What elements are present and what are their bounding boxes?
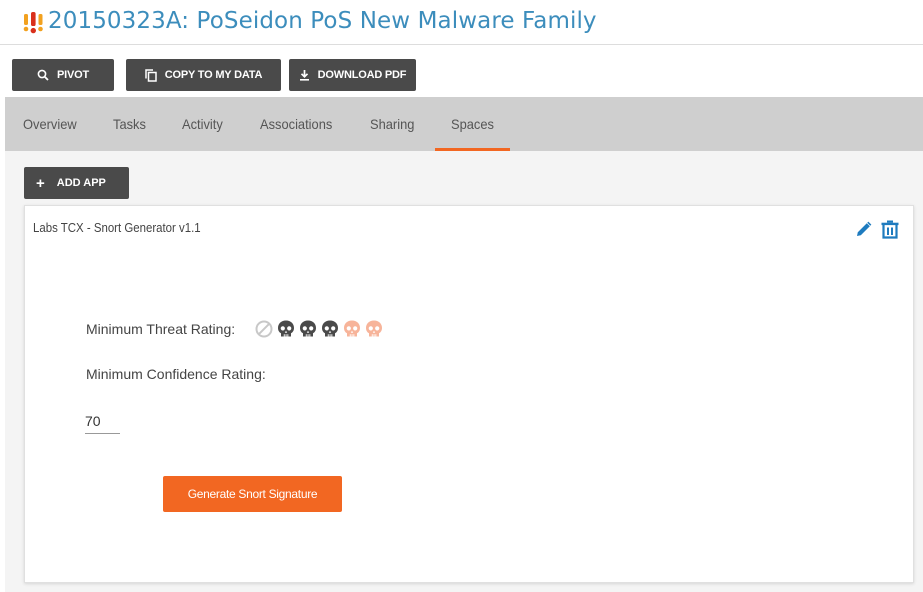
no-rating-icon[interactable] [254,319,274,339]
tab-overview[interactable]: Overview [23,116,77,132]
add-app-label: ADD APP [56,177,106,189]
pencil-icon[interactable] [855,221,872,238]
search-icon [37,69,49,81]
skull-icon[interactable] [342,319,362,339]
page-header: 20150323A: PoSeidon PoS New Malware Fami… [0,0,923,45]
download-label: DOWNLOAD PDF [317,69,407,81]
threat-rating-label: Minimum Threat Rating: [86,321,236,337]
tab-spaces[interactable]: Spaces [451,116,494,132]
generate-snort-signature-button[interactable]: Generate Snort Signature [163,476,342,512]
tab-sharing[interactable]: Sharing [370,116,414,132]
download-icon [299,69,310,81]
plus-icon: + [36,174,45,192]
pivot-button[interactable]: PIVOT [12,59,114,91]
tab-activity[interactable]: Activity [182,116,223,132]
add-app-button[interactable]: + ADD APP [24,167,129,199]
threat-level-icon [23,12,47,36]
copy-icon [145,68,157,82]
threat-rating-selector [254,319,384,339]
tab-associations[interactable]: Associations [260,116,332,132]
download-pdf-button[interactable]: DOWNLOAD PDF [289,59,416,91]
tab-bar: Overview Tasks Activity Associations Sha… [5,97,923,151]
confidence-rating-label: Minimum Confidence Rating: [86,366,266,382]
confidence-rating-input[interactable] [85,411,120,434]
skull-icon[interactable] [298,319,318,339]
copy-label: COPY TO MY DATA [164,69,263,81]
skull-icon[interactable] [364,319,384,339]
page-title: 20150323A: PoSeidon PoS New Malware Fami… [48,8,597,34]
skull-icon[interactable] [320,319,340,339]
app-card [24,205,914,583]
pivot-label: PIVOT [56,69,89,81]
skull-icon[interactable] [276,319,296,339]
trash-icon[interactable] [880,219,900,239]
tab-tasks[interactable]: Tasks [113,116,146,132]
copy-to-my-data-button[interactable]: COPY TO MY DATA [126,59,281,91]
active-tab-indicator [435,148,510,151]
app-card-title: Labs TCX - Snort Generator v1.1 [33,220,201,235]
